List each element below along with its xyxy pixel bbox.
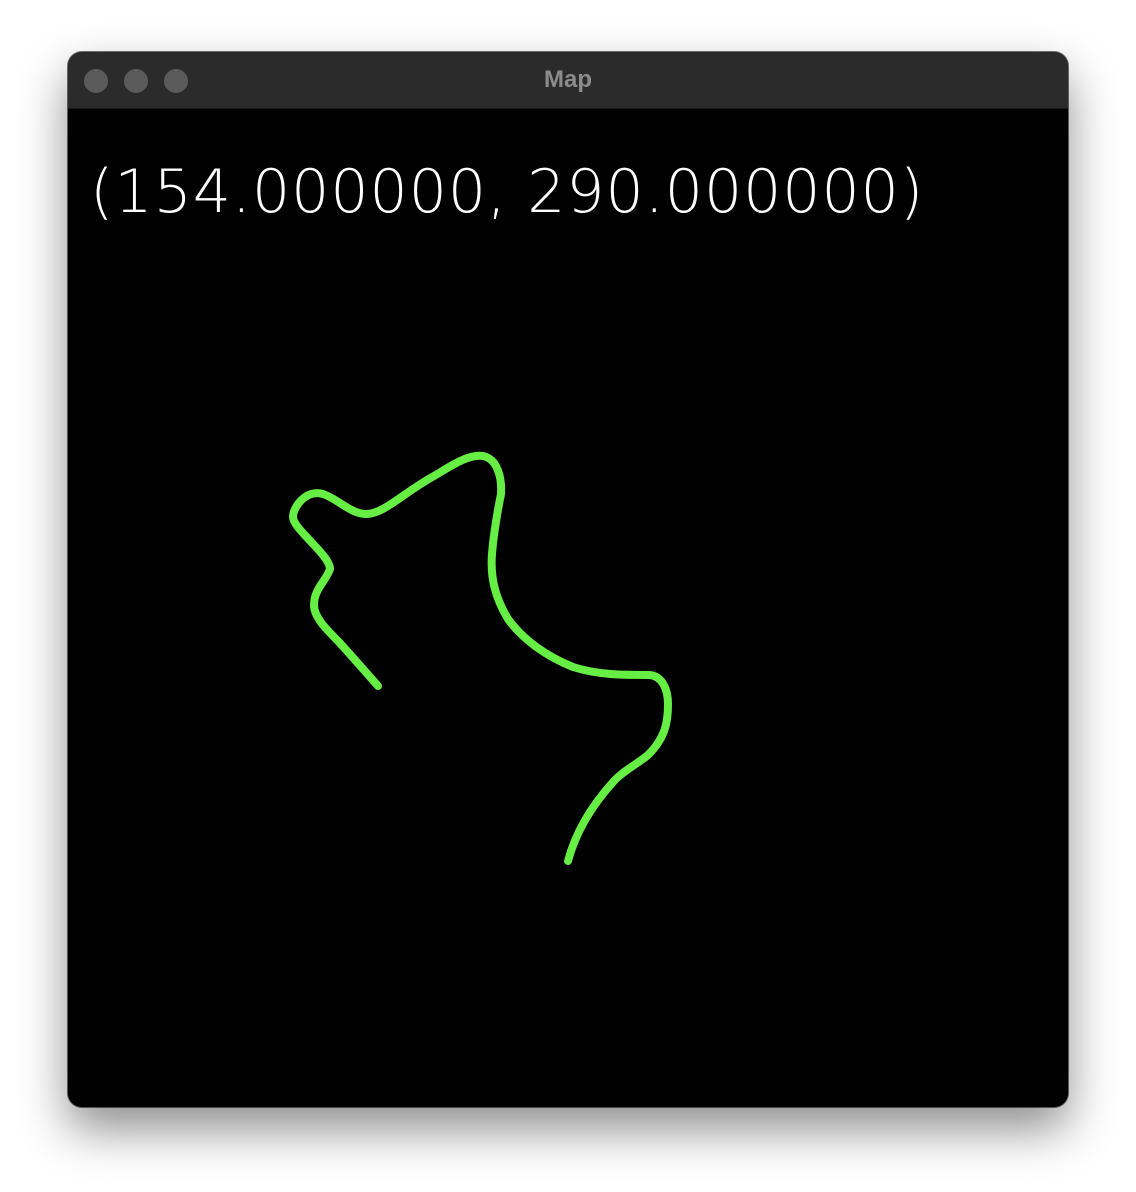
title-bar[interactable]: Map <box>68 52 1068 109</box>
map-drawing <box>289 451 672 865</box>
window-title: Map <box>544 66 592 93</box>
drawn-path <box>289 451 672 865</box>
map-canvas[interactable]: (154.000000, 290.000000) <box>68 109 1068 1107</box>
map-window: Map (154.000000, 290.000000) <box>68 52 1068 1107</box>
